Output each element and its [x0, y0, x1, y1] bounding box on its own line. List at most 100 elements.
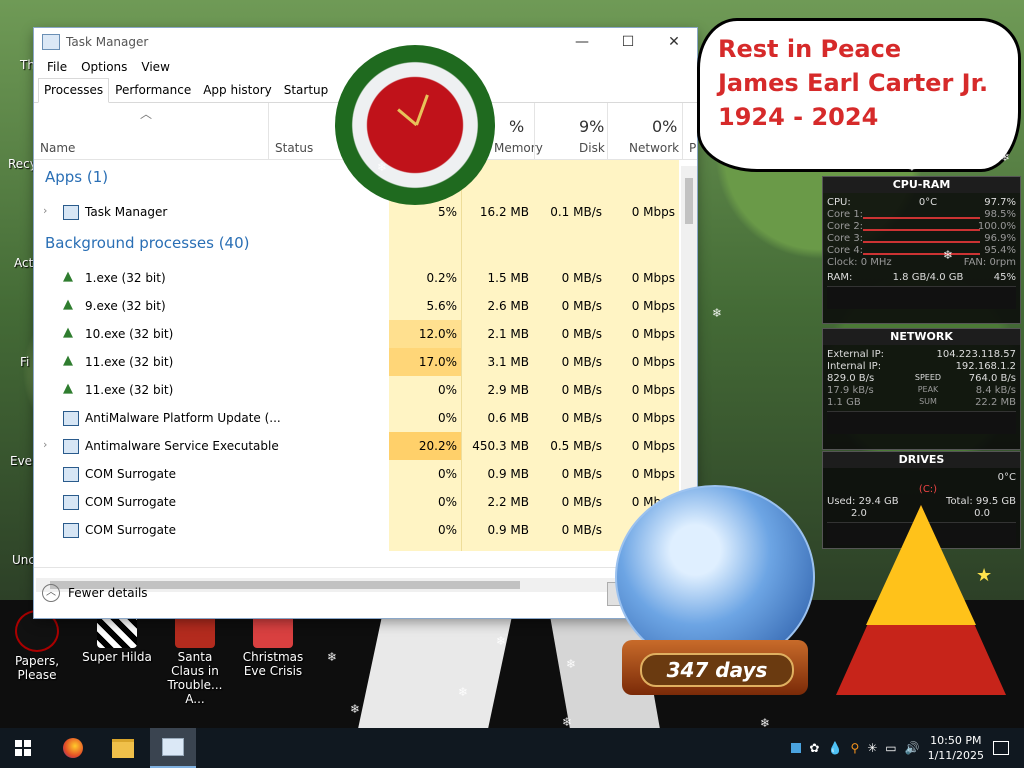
disk-percent: 9% [579, 117, 605, 136]
memory-cell: 0.9 MB [487, 523, 529, 537]
process-row[interactable]: ▲ 1.exe (32 bit) 0.2% 1.5 MB 0 MB/s 0 Mbps [34, 264, 676, 292]
tray-color-icon[interactable]: ✿ [809, 741, 819, 755]
process-row[interactable]: › Antimalware Service Executable 20.2% 450.… [34, 432, 676, 460]
chevron-up-icon[interactable]: ︿ [42, 584, 60, 602]
network-widget: NETWORK External IP: 104.223.118.57 Inter… [822, 328, 1021, 450]
close-button[interactable]: ✕ [651, 34, 697, 50]
desktop-edge-label[interactable]: Unc [12, 553, 35, 567]
column-network[interactable]: Network [629, 141, 679, 155]
firefox-taskbar-button[interactable] [50, 728, 96, 768]
menu-file[interactable]: File [40, 60, 74, 74]
cpu-cell: 0% [437, 523, 457, 537]
process-name: 1.exe (32 bit) [85, 271, 166, 285]
action-center-button[interactable] [978, 728, 1024, 768]
column-power[interactable]: P [689, 141, 696, 155]
volume-icon[interactable]: 🔊 [905, 741, 920, 755]
desktop-icon-christmas-eve[interactable]: Christmas Eve Crisis [238, 610, 308, 678]
process-name: COM Surrogate [85, 495, 177, 509]
tab-processes[interactable]: Processes [38, 78, 110, 103]
maximize-button[interactable]: ☐ [605, 34, 651, 50]
network-title: NETWORK [823, 329, 1020, 345]
tray-search-icon[interactable]: ⚲ [850, 741, 859, 755]
process-name: Task Manager [85, 205, 168, 219]
minimize-button[interactable]: — [559, 34, 605, 50]
desktop-edge-label[interactable]: Fi [20, 355, 29, 369]
memory-cell: 450.3 MB [472, 439, 529, 453]
windows-logo-icon [15, 740, 31, 756]
desktop-icon-papers-please[interactable]: Papers, Please [2, 610, 72, 682]
file-explorer-button[interactable] [100, 728, 146, 768]
cpu-cell: 0% [437, 383, 457, 397]
tree-icon: ▲ [63, 269, 73, 284]
column-name[interactable]: Name [40, 141, 75, 155]
process-name: COM Surrogate [85, 523, 177, 537]
tree-icon: ▲ [63, 297, 73, 312]
start-button[interactable] [0, 728, 46, 768]
desktop-edge-label[interactable]: Act [14, 256, 33, 270]
column-status[interactable]: Status [275, 141, 313, 155]
disk-cell: 0 MB/s [561, 299, 602, 313]
process-row[interactable]: ▲ 11.exe (32 bit) 0% 2.9 MB 0 MB/s 0 Mbps [34, 376, 676, 404]
sort-arrow-icon: ︿ [140, 107, 153, 121]
drives-title: DRIVES [823, 452, 1020, 468]
desktop-icon-santa-claus[interactable]: Santa Claus in Trouble... A... [160, 610, 230, 706]
process-name: 11.exe (32 bit) [85, 383, 174, 397]
group-apps: Apps (1) [45, 168, 109, 186]
process-row[interactable]: ▲ 9.exe (32 bit) 5.6% 2.6 MB 0 MB/s 0 Mbps [34, 292, 676, 320]
folder-icon [112, 738, 134, 758]
tray-app-icon[interactable] [791, 743, 802, 753]
cpu-cell: 5.6% [426, 299, 458, 313]
disk-cell: 0.5 MB/s [550, 439, 602, 453]
process-row[interactable]: AntiMalware Platform Update (... 0% 0.6 MB… [34, 404, 676, 432]
disk-cell: 0 MB/s [561, 271, 602, 285]
desktop-icon-super-hilda[interactable]: Super Hilda [82, 610, 152, 664]
memory-cell: 1.5 MB [487, 271, 529, 285]
disk-cell: 0 MB/s [561, 467, 602, 481]
process-row[interactable]: COM Surrogate0%0.9 MB0 MB/s0 Mbps [34, 460, 676, 488]
task-manager-icon [42, 34, 60, 50]
menu-view[interactable]: View [134, 60, 176, 74]
desktop-edge-label[interactable]: Ever [10, 454, 37, 468]
process-row[interactable]: COM Surrogate 0% 2.2 MB 0 MB/s 0 Mbps [34, 488, 676, 516]
menu-options[interactable]: Options [74, 60, 134, 74]
tab-app-history[interactable]: App history [197, 78, 278, 102]
process-row[interactable]: COM Surrogate0%0.9 MB0 MB/s0 Mbps [34, 516, 676, 544]
disk-cell: 0.1 MB/s [550, 205, 602, 219]
cpu-ram-title: CPU-RAM [823, 177, 1020, 193]
window-icon [63, 439, 79, 454]
disk-cell: 0 MB/s [561, 523, 602, 537]
task-manager-taskbar-button[interactable] [150, 728, 196, 768]
fewer-details-link[interactable]: Fewer details [68, 586, 148, 600]
column-disk[interactable]: Disk [579, 141, 605, 155]
external-ip: 104.223.118.57 [936, 349, 1016, 360]
firefox-icon [63, 738, 83, 758]
desktop-edge-label[interactable]: Th [20, 58, 35, 72]
network-cell: 0 Mbps [631, 383, 675, 397]
tab-performance[interactable]: Performance [109, 78, 197, 102]
process-row[interactable]: ▲ 10.exe (32 bit) 12.0% 2.1 MB 0 MB/s 0 Mbps [34, 320, 676, 348]
ram-usage: 1.8 GB/4.0 GB [892, 272, 964, 283]
cpu-cell: 0% [437, 467, 457, 481]
window-title: Task Manager [66, 35, 149, 49]
christmas-clock-gadget [320, 30, 510, 220]
cpu-cell: 17.0% [418, 355, 457, 369]
window-icon [63, 523, 79, 538]
tree-icon: ▲ [63, 325, 73, 340]
cpu-cell: 0% [437, 411, 457, 425]
cpu-temp: 0°C [918, 197, 938, 208]
tray-brightness-icon[interactable]: ✳ [867, 741, 877, 755]
process-row[interactable]: ▲ 11.exe (32 bit) 17.0% 3.1 MB 0 MB/s 0 Mbps [34, 348, 676, 376]
tray-drop-icon[interactable]: 💧 [827, 741, 842, 755]
tree-icon: ▲ [63, 381, 73, 396]
expand-chevron-icon[interactable]: › [43, 438, 47, 451]
memory-cell: 0.6 MB [487, 411, 529, 425]
desktop-edge-label[interactable]: Recy [8, 157, 37, 171]
network-cell: 0 Mbps [631, 411, 675, 425]
memory-cell: 2.1 MB [487, 327, 529, 341]
expand-chevron-icon[interactable]: › [43, 204, 47, 217]
tray-network-icon[interactable]: ▭ [885, 741, 896, 755]
network-cell: 0 Mbps [631, 439, 675, 453]
taskbar-clock[interactable]: 10:50 PM 1/11/2025 [928, 733, 984, 763]
disk-cell: 0 MB/s [561, 411, 602, 425]
disk-cell: 0 MB/s [561, 355, 602, 369]
